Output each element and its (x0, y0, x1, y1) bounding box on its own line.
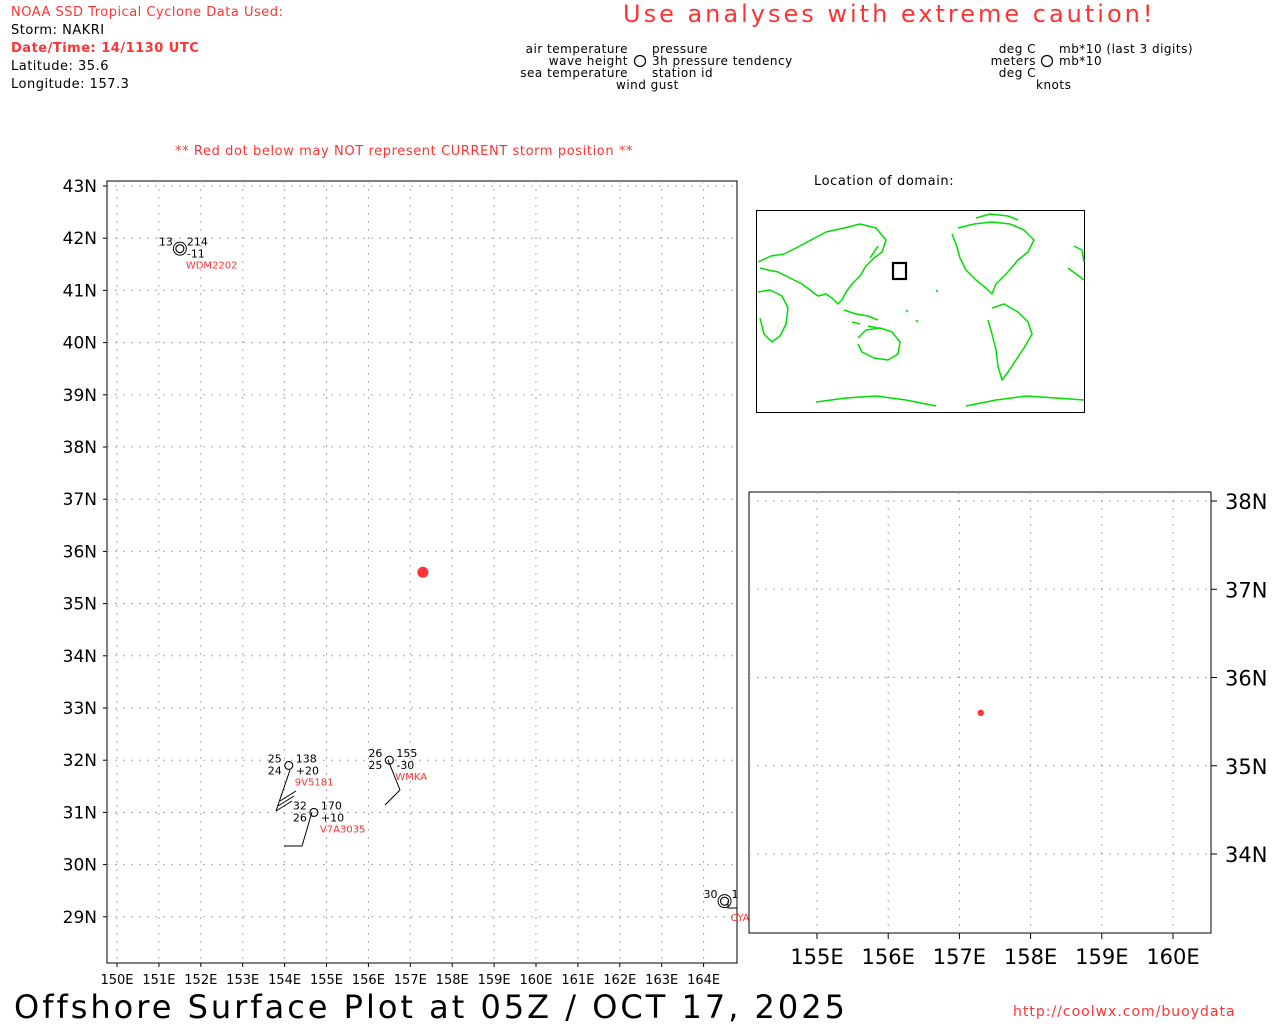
lon-label: 151E (142, 973, 175, 988)
lon-label: 155E (310, 973, 343, 988)
station-tendency: -30 (396, 759, 414, 772)
lat-label: 41N (63, 281, 97, 301)
lat-label: 29N (63, 908, 97, 928)
lat-label: 31N (63, 803, 97, 823)
lon-label: 157E (394, 973, 427, 988)
station-air-temp: 13 (159, 236, 173, 249)
station-id: WMKA (395, 772, 427, 783)
station-tendency: +10 (321, 811, 344, 824)
source-link[interactable]: http://coolwx.com/buoydata (1013, 1004, 1236, 1020)
lat-label: 34N (63, 647, 97, 667)
station-pressure: 1 (732, 888, 739, 901)
lon-label: 159E (478, 973, 511, 988)
station-sea-temp: 24 (268, 764, 282, 777)
plot-title: Offshore Surface Plot at 05Z / OCT 17, 2… (14, 988, 848, 1026)
lon-label: 164E (687, 973, 720, 988)
station-air-temp: 30 (704, 888, 718, 901)
station-sea-temp: 25 (368, 759, 382, 772)
lat-label: 33N (63, 699, 97, 719)
storm-position-dot[interactable] (417, 566, 429, 578)
lat-label: 30N (63, 856, 97, 876)
lat-label: 43N (63, 177, 97, 197)
lat-label: 35N (63, 595, 97, 615)
lon-label: 160E (519, 973, 552, 988)
station-id: CYAU2 (731, 913, 764, 924)
lon-label: 163E (645, 973, 678, 988)
lon-label: 154E (268, 973, 301, 988)
lat-label: 37N (63, 490, 97, 510)
station-id: WDM2202 (186, 261, 238, 272)
station-tendency: -11 (187, 248, 205, 261)
main-station-map[interactable]: 43N 42N 41N 40N 39N 38N 37N 36N 35N 34N 33N 32N 31N 3… (0, 0, 1280, 1024)
lon-label: 150E (100, 973, 133, 988)
lon-label: 161E (561, 973, 594, 988)
lat-label: 40N (63, 334, 97, 354)
lon-label: 153E (226, 973, 259, 988)
lat-label: 42N (63, 229, 97, 249)
station-id: V7A3035 (320, 824, 366, 835)
station-tendency: +20 (296, 764, 319, 777)
lon-label: 152E (184, 973, 217, 988)
lat-label: 38N (63, 438, 97, 458)
station-id: 9V5181 (295, 777, 334, 788)
lat-label: 36N (63, 542, 97, 562)
lat-label: 32N (63, 751, 97, 771)
world-locator-map (756, 210, 1085, 413)
lat-label: 39N (63, 386, 97, 406)
lon-label: 158E (436, 973, 469, 988)
lon-label: 162E (603, 973, 636, 988)
inset-map-title: Location of domain: (814, 174, 955, 189)
station-sea-temp: 26 (293, 811, 307, 824)
lon-label: 156E (352, 973, 385, 988)
